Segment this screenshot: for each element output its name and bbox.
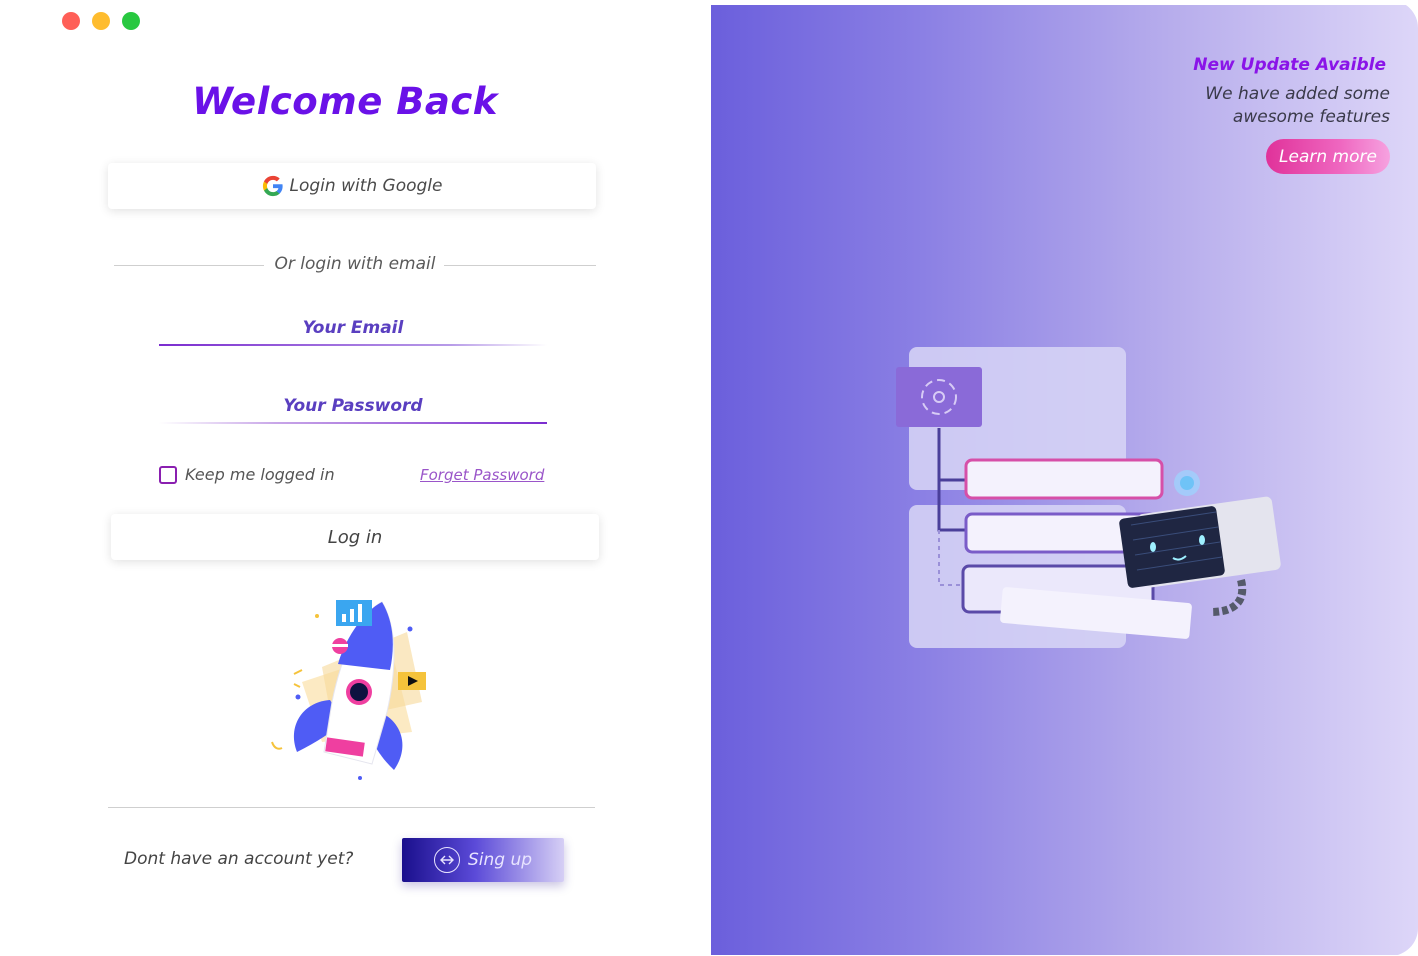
email-field-wrapper — [159, 312, 547, 346]
login-button-label: Log in — [327, 526, 383, 548]
app-window: Welcome Back Login with Google Or login … — [0, 0, 1418, 956]
login-panel: Welcome Back Login with Google Or login … — [0, 0, 711, 956]
email-field[interactable] — [159, 312, 547, 344]
remember-label: Keep me logged in — [185, 465, 335, 484]
password-field[interactable] — [159, 390, 547, 422]
google-icon — [262, 175, 283, 197]
footer-divider — [108, 807, 595, 808]
learn-more-button[interactable]: Learn more — [1266, 139, 1390, 174]
email-divider: Or login with email — [114, 254, 596, 278]
signup-icon — [433, 847, 460, 873]
divider-text: Or login with email — [274, 254, 436, 274]
google-button-label: Login with Google — [289, 176, 443, 196]
email-underline — [159, 344, 547, 346]
login-button[interactable]: Log in — [111, 514, 599, 560]
no-account-text: Dont have an account yet? — [124, 849, 354, 869]
page-title: Welcome Back — [192, 80, 498, 123]
remember-me: Keep me logged in — [159, 465, 335, 484]
password-underline — [159, 422, 547, 424]
learn-more-label: Learn more — [1279, 146, 1377, 167]
update-description: We have added some awesome features — [1205, 84, 1390, 127]
signup-button-label: Sing up — [467, 850, 533, 870]
password-field-wrapper — [159, 390, 547, 424]
remember-checkbox[interactable] — [159, 465, 177, 484]
forget-password-link[interactable]: Forget Password — [420, 466, 544, 484]
login-with-google-button[interactable]: Login with Google — [108, 163, 596, 209]
rocket-illustration — [271, 600, 426, 780]
divider-line-right — [444, 265, 596, 266]
signup-button[interactable]: Sing up — [402, 838, 564, 882]
update-title: New Update Avaible — [1193, 55, 1386, 75]
promo-panel: New Update Avaible We have added some aw… — [711, 5, 1418, 955]
robot-illustration — [896, 347, 1281, 648]
